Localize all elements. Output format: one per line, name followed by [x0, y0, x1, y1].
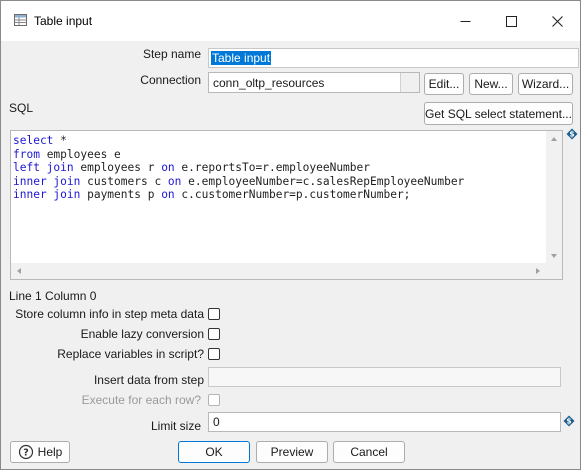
svg-text:$: $ [569, 130, 574, 139]
minimize-button[interactable] [442, 1, 488, 41]
enable-lazy-conversion-label: Enable lazy conversion [80, 327, 204, 341]
help-icon: ? [18, 444, 33, 460]
help-label: Help [37, 445, 63, 459]
sql-keyword: on [161, 161, 175, 174]
limit-size-value: 0 [213, 415, 220, 429]
close-button[interactable] [534, 1, 580, 41]
replace-variables-label: Replace variables in script? [57, 347, 204, 361]
sql-line: inner join customers c on e.employeeNumb… [13, 175, 464, 188]
sql-horizontal-scrollbar[interactable] [11, 263, 546, 279]
scroll-down-icon[interactable] [546, 248, 562, 264]
minimize-icon [460, 20, 470, 22]
sql-token: c.customerNumber=p.customerNumber; [174, 188, 411, 201]
help-button[interactable]: ? Help [10, 441, 70, 463]
new-connection-button[interactable]: New... [469, 73, 513, 95]
store-column-info-checkbox[interactable] [208, 308, 220, 320]
connection-value: conn_oltp_resources [213, 75, 325, 90]
preview-button[interactable]: Preview [256, 441, 328, 463]
step-name-label: Step name [142, 47, 201, 61]
scrollbar-corner [546, 263, 562, 279]
sql-editor[interactable]: select * from employees e left join employ… [10, 130, 563, 280]
sql-keyword: select [13, 134, 54, 147]
sql-token: payments p [80, 188, 162, 201]
maximize-icon [505, 15, 517, 27]
sql-token: * [53, 134, 67, 147]
table-input-dialog: Table input Step name Table input Connec… [0, 0, 581, 470]
sql-keyword: inner join [13, 188, 81, 201]
sql-token: customers c [80, 174, 168, 188]
sql-variable-icon[interactable]: $ [566, 128, 578, 140]
sql-keyword: from [13, 147, 40, 161]
sql-token: employees r [73, 161, 162, 174]
cancel-button[interactable]: Cancel [333, 441, 405, 463]
get-sql-select-button[interactable]: Get SQL select statement... [424, 102, 573, 125]
maximize-button[interactable] [488, 1, 534, 41]
sql-line: from employees e [13, 148, 121, 161]
sql-token: e.reportsTo=r.employeeNumber [174, 161, 370, 174]
ok-button[interactable]: OK [178, 441, 250, 463]
step-name-value: Table input [211, 51, 272, 65]
limit-size-variable-icon[interactable]: $ [563, 415, 575, 427]
scroll-right-icon[interactable] [530, 263, 546, 279]
svg-text:?: ? [23, 448, 29, 459]
sql-token: employees e [39, 147, 121, 161]
limit-size-input[interactable]: 0 [208, 412, 561, 432]
svg-text:$: $ [566, 417, 571, 426]
sql-line: inner join payments p on c.customerNumbe… [13, 188, 410, 201]
enable-lazy-conversion-checkbox[interactable] [208, 328, 220, 340]
cursor-position-label: Line 1 Column 0 [9, 289, 97, 303]
execute-each-row-checkbox[interactable] [208, 394, 220, 406]
wizard-button[interactable]: Wizard... [518, 73, 573, 95]
connection-label: Connection [140, 73, 201, 87]
sql-label: SQL [9, 101, 34, 115]
scroll-up-icon[interactable] [546, 131, 562, 147]
insert-data-label: Insert data from step [93, 373, 204, 387]
sql-line: left join employees r on e.reportsTo=r.e… [13, 161, 370, 174]
sql-keyword: inner join [13, 174, 81, 188]
close-icon [551, 15, 563, 27]
limit-size-label: Limit size [150, 419, 201, 433]
execute-each-row-label: Execute for each row? [81, 393, 201, 407]
sql-keyword: on [167, 174, 182, 188]
sql-vertical-scrollbar[interactable] [546, 131, 562, 264]
sql-keyword: on [161, 188, 175, 201]
edit-connection-button[interactable]: Edit... [424, 73, 464, 95]
window-title: Table input [34, 14, 93, 28]
dialog-content: Step name Table input Connection conn_ol… [2, 41, 580, 469]
insert-data-dropdown[interactable] [208, 367, 561, 387]
sql-keyword: left join [13, 161, 74, 174]
replace-variables-checkbox[interactable] [208, 348, 220, 360]
connection-dropdown[interactable]: conn_oltp_resources [208, 72, 420, 93]
table-input-icon [14, 14, 27, 26]
title-bar: Table input [1, 1, 580, 41]
sql-token: e.employeeNumber=c.salesRepEmployeeNumbe… [181, 174, 465, 188]
store-column-info-label: Store column info in step meta data [15, 307, 204, 321]
sql-line: select * [13, 134, 67, 147]
dropdown-arrow[interactable] [400, 73, 419, 92]
step-name-input[interactable]: Table input [208, 48, 579, 68]
scroll-left-icon[interactable] [11, 263, 27, 279]
